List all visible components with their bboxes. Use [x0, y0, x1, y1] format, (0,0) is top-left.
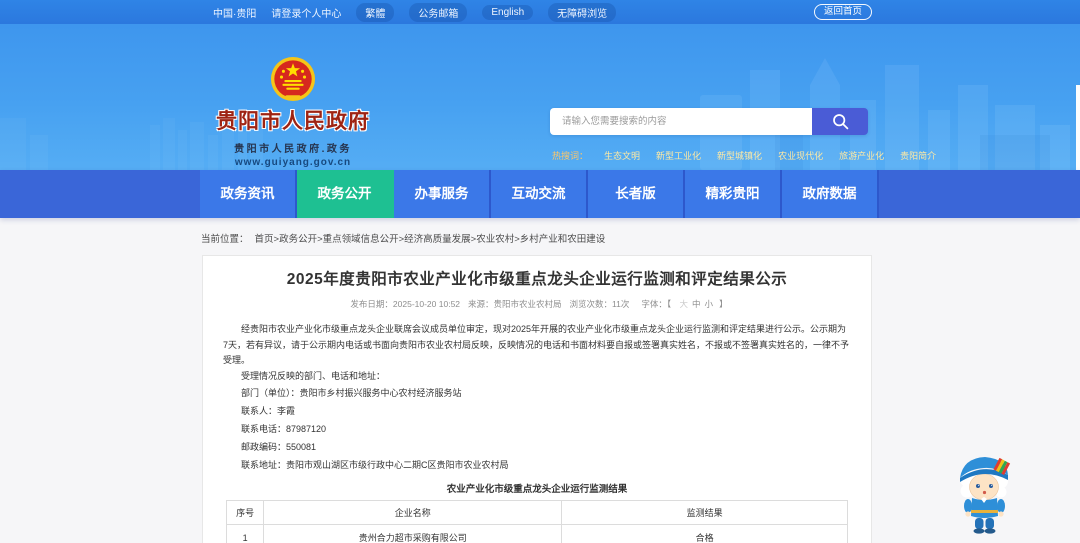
article-paragraphs: 经贵阳市农业产业化市级重点龙头企业联席会议成员单位审定，现对2025年开展的农业…	[223, 322, 851, 384]
topbar-link[interactable]: 公务邮箱	[409, 2, 468, 22]
mascot[interactable]	[948, 448, 1020, 536]
back-to-home-button[interactable]: 返回首页	[813, 4, 872, 20]
topbar-link[interactable]: 中国·贵阳	[213, 5, 256, 20]
meta-item: 发布日期：2025-10-20 10:52	[350, 299, 461, 309]
results-table-body: 1 贵州合力超市采购有限公司 合格 2 贵州友禾种业有限公司 合格 3 贵州松果…	[225, 524, 848, 543]
magnifier-icon	[832, 114, 848, 130]
meta-item: 来源：贵阳市农业农村局	[468, 299, 562, 309]
contact-line: 邮政编码：550081	[241, 442, 317, 452]
article-paragraph: 受理情况反映的部门、电话和地址：	[241, 370, 386, 381]
table-header-result: 监测结果	[561, 500, 848, 525]
article-paragraph: 经贵阳市农业产业化市级重点龙头企业联席会议成员单位审定，现对2025年开展的农业…	[223, 324, 850, 365]
breadcrumb: 当前位置： 首页>政务公开>重点领域信息公开>经济高质量发展>农业农村>乡村产业和…	[201, 231, 605, 245]
hot-search-label: 热搜词：	[552, 151, 589, 161]
results-table: 序号 企业名称 监测结果 1 贵州合力超市采购有限公司 合格 2 贵州友禾种业有…	[225, 500, 848, 543]
font-size-controls: 大中小	[675, 299, 715, 309]
hot-search-row: 热搜词： 生态文明 新型工业化 新型城镇化 农业现代化 旅游产业化 贵阳简介	[552, 149, 936, 162]
breadcrumb-path[interactable]: 首页>政务公开>重点领域信息公开>经济高质量发展>农业农村>乡村产业和农田建设	[255, 234, 606, 245]
topbar-links: 中国·贵阳 请登录个人中心 繁體 公务邮箱 English 无障碍浏览	[213, 2, 617, 22]
main-nav-items: 政务资讯 政务公开 办事服务 互动交流 长者版 精彩贵阳 政府数据	[200, 170, 879, 218]
main-nav: 政务资讯 政务公开 办事服务 互动交流 长者版 精彩贵阳 政府数据	[0, 170, 1080, 218]
table-header-index: 序号	[225, 500, 265, 525]
search-button[interactable]	[812, 108, 868, 135]
font-size-label-close: 】	[719, 299, 728, 309]
hot-search-word[interactable]: 新型城镇化	[717, 149, 762, 162]
contact-line: 部门（单位）：贵阳市乡村振兴服务中心农村经济服务站	[241, 388, 462, 398]
meta-item: 浏览次数：11次	[569, 299, 630, 309]
font-size-option[interactable]: 中	[692, 299, 701, 309]
table-header-company: 企业名称	[263, 500, 563, 525]
topbar-link[interactable]: 繁體	[356, 2, 395, 22]
nav-item[interactable]: 互动交流	[491, 170, 588, 218]
table-row: 1 贵州合力超市采购有限公司 合格	[225, 524, 848, 543]
nav-item[interactable]: 办事服务	[394, 170, 491, 218]
contact-line: 联系电话：87987120	[241, 424, 327, 434]
hot-search-word[interactable]: 新型工业化	[656, 149, 701, 162]
contact-line: 联系人：李霞	[241, 406, 296, 416]
nav-item[interactable]: 政府数据	[782, 170, 879, 218]
nav-item[interactable]: 长者版	[588, 170, 685, 218]
hot-search-word[interactable]: 贵阳简介	[900, 149, 936, 162]
contact-line: 联系地址：贵阳市观山湖区市级行政中心二期C区贵阳市农业农村局	[241, 460, 509, 470]
font-size-option[interactable]: 小	[705, 299, 714, 309]
hot-search-words: 生态文明 新型工业化 新型城镇化 农业现代化 旅游产业化 贵阳简介	[604, 149, 936, 162]
font-size-label: 字体：【	[641, 299, 672, 309]
top-utility-bar: 中国·贵阳 请登录个人中心 繁體 公务邮箱 English 无障碍浏览 返回首页	[0, 0, 1080, 24]
font-size-option[interactable]: 大	[680, 299, 689, 309]
site-title: 贵阳市人民政府	[216, 110, 370, 133]
nav-item[interactable]: 精彩贵阳	[685, 170, 782, 218]
topbar-link[interactable]: English	[482, 4, 534, 20]
page-edge-strip	[1076, 85, 1080, 170]
article-title: 2025年度贵阳市农业产业化市级重点龙头企业运行监测和评定结果公示	[286, 271, 788, 288]
national-emblem-icon	[270, 56, 316, 102]
article-card: 2025年度贵阳市农业产业化市级重点龙头企业运行监测和评定结果公示 发布日期：2…	[202, 255, 872, 543]
site-url: www.guiyang.gov.cn	[234, 157, 352, 168]
hot-search-word[interactable]: 农业现代化	[778, 149, 823, 162]
topbar-link[interactable]: 无障碍浏览	[548, 2, 617, 22]
cell-company: 贵州合力超市采购有限公司	[263, 524, 563, 543]
article-meta: 发布日期：2025-10-20 10:52 来源：贵阳市农业农村局 浏览次数：11次…	[223, 298, 851, 310]
hot-search-word[interactable]: 生态文明	[604, 149, 640, 162]
search-input[interactable]	[550, 108, 812, 135]
topbar-link[interactable]: 请登录个人中心	[271, 5, 341, 20]
site-logo-block[interactable]: 贵阳市人民政府 贵阳市人民政府.政务 www.guiyang.gov.cn	[205, 56, 381, 168]
search-bar	[550, 108, 868, 135]
contact-lines: 部门（单位）：贵阳市乡村振兴服务中心农村经济服务站 联系人：李霞联系电话：8798…	[223, 384, 851, 474]
results-table-header-row: 序号 企业名称 监测结果	[225, 500, 848, 525]
article-meta-items: 发布日期：2025-10-20 10:52 来源：贵阳市农业农村局 浏览次数：11次	[346, 299, 633, 309]
nav-item[interactable]: 政务资讯	[200, 170, 297, 218]
breadcrumb-label: 当前位置：	[201, 234, 249, 245]
cell-index: 1	[225, 524, 265, 543]
site-header: 贵阳市人民政府 贵阳市人民政府.政务 www.guiyang.gov.cn 热搜…	[0, 24, 1080, 170]
results-table-caption: 农业产业化市级重点龙头企业运行监测结果	[446, 484, 628, 495]
cell-result: 合格	[561, 524, 848, 543]
site-subtitle: 贵阳市人民政府.政务	[234, 144, 352, 155]
hot-search-word[interactable]: 旅游产业化	[839, 149, 884, 162]
nav-item[interactable]: 政务公开	[297, 170, 394, 218]
